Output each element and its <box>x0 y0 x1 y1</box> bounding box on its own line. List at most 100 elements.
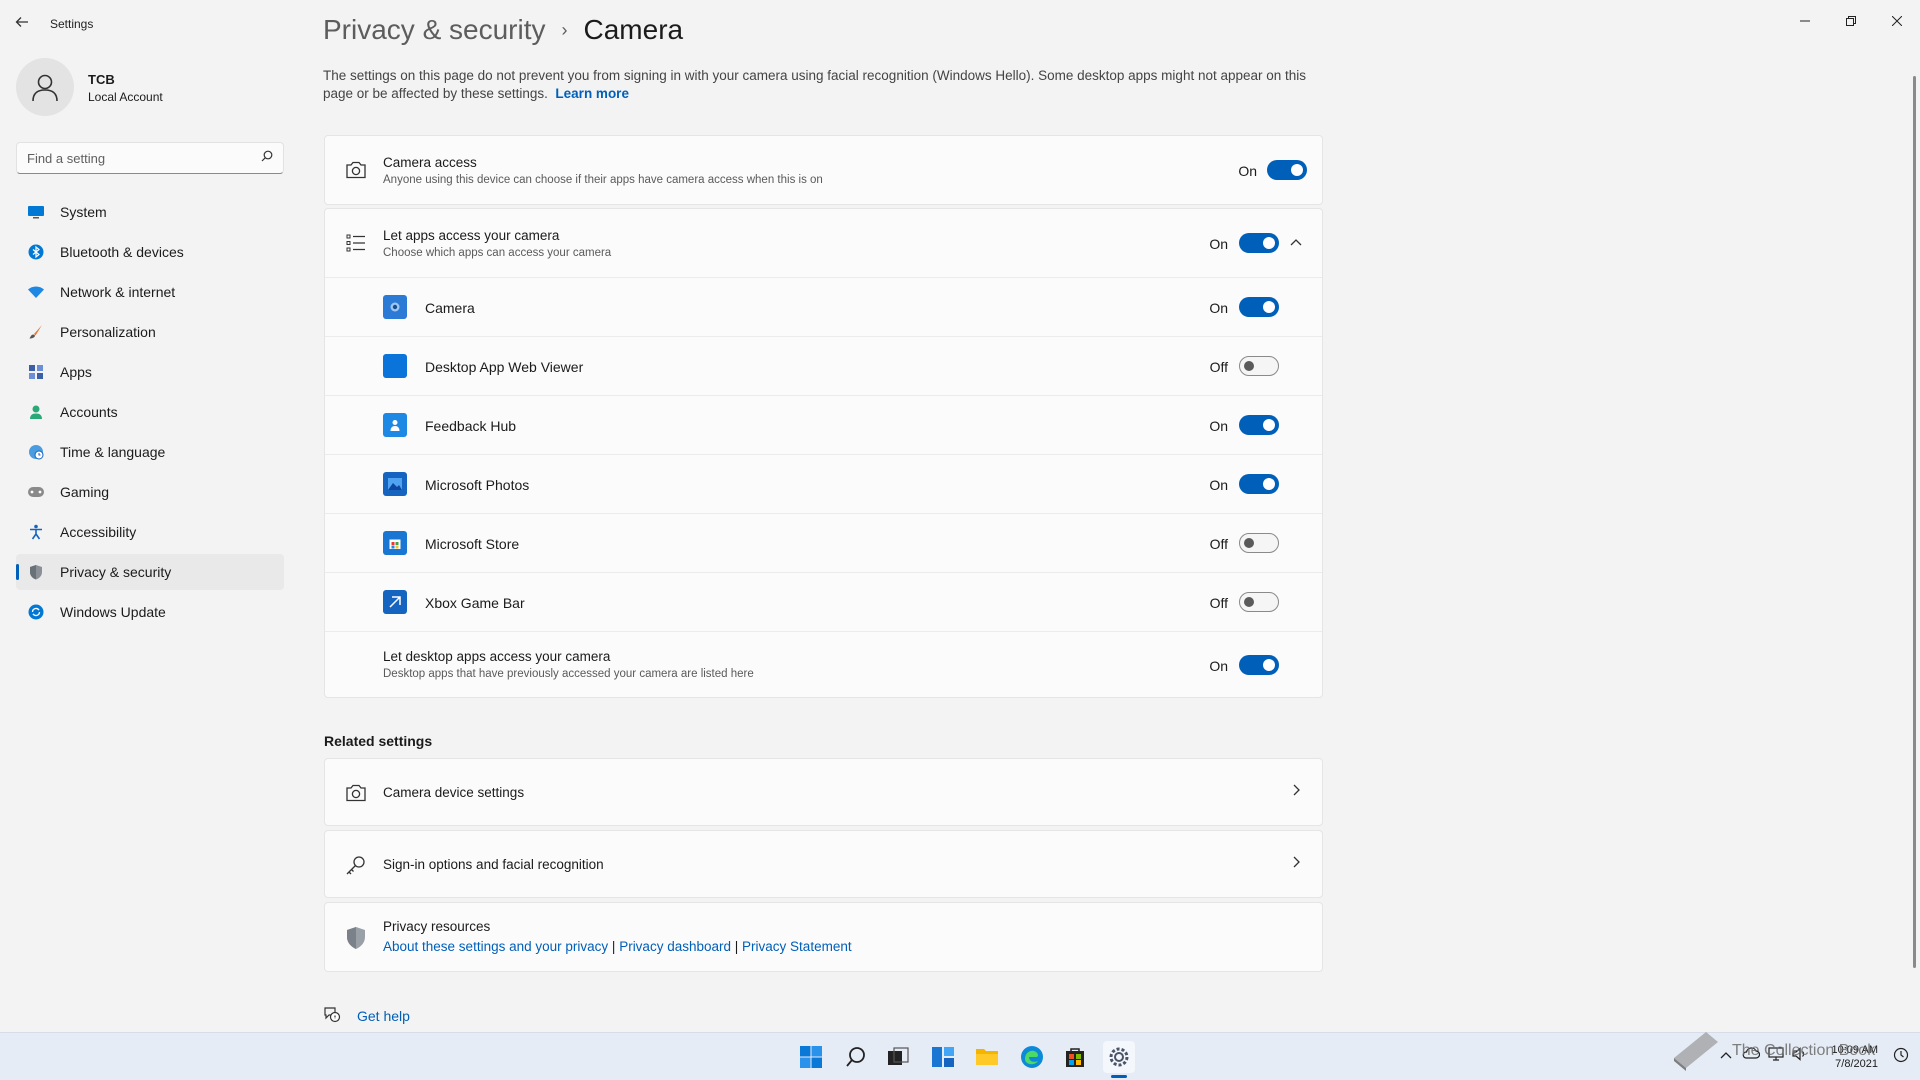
app-name: Microsoft Store <box>425 536 520 552</box>
key-icon <box>343 852 369 878</box>
app-toggle-microsoft-photos[interactable] <box>1239 474 1279 494</box>
sidebar-item-gaming[interactable]: Gaming <box>16 474 284 510</box>
get-help[interactable]: Get help <box>323 1005 410 1026</box>
sidebar-item-label: Network & internet <box>60 284 176 300</box>
app-toggle-camera[interactable] <box>1239 297 1279 317</box>
restore-button[interactable] <box>1828 6 1874 36</box>
list-icon <box>343 230 369 256</box>
search-icon[interactable] <box>840 1041 872 1073</box>
app-state: Off <box>1209 536 1228 552</box>
close-button[interactable] <box>1874 6 1920 36</box>
about-privacy-link[interactable]: About these settings and your privacy <box>383 939 608 954</box>
book-logo-icon <box>1670 1032 1722 1076</box>
app-toggle-desktop-web-viewer[interactable] <box>1239 356 1279 376</box>
bluetooth-icon <box>26 242 46 262</box>
search-input[interactable]: Find a setting <box>16 142 284 174</box>
user-profile[interactable]: TCB Local Account <box>16 58 276 118</box>
search-placeholder: Find a setting <box>27 151 106 166</box>
breadcrumb-parent[interactable]: Privacy & security <box>323 14 546 46</box>
sidebar-item-network[interactable]: Network & internet <box>16 274 284 310</box>
apps-access-row[interactable]: Let apps access your camera Choose which… <box>325 209 1322 277</box>
search-icon <box>261 150 273 165</box>
camera-device-settings-card[interactable]: Camera device settings <box>324 758 1323 826</box>
shield-icon <box>26 562 46 582</box>
link-separator: | <box>611 939 616 954</box>
notification-icon[interactable] <box>1893 1047 1909 1066</box>
watermark: The Collection Book <box>1670 1028 1875 1077</box>
sidebar-item-label: System <box>60 204 107 220</box>
chevron-right-icon <box>1286 783 1306 799</box>
brush-icon <box>26 322 46 342</box>
settings-icon[interactable] <box>1103 1041 1135 1073</box>
chevron-up-icon[interactable] <box>1286 233 1306 249</box>
sidebar-item-label: Windows Update <box>60 604 166 620</box>
sidebar-item-accounts[interactable]: Accounts <box>16 394 284 430</box>
app-toggle-microsoft-store[interactable] <box>1239 533 1279 553</box>
app-row-microsoft-photos: Microsoft Photos On <box>325 454 1322 513</box>
xbox-game-bar-app-icon <box>383 590 407 614</box>
apps-access-title: Let apps access your camera <box>383 228 560 243</box>
camera-icon <box>343 780 369 806</box>
feedback-hub-app-icon <box>383 413 407 437</box>
app-name: Desktop App Web Viewer <box>425 359 584 375</box>
sidebar-item-label: Personalization <box>60 324 156 340</box>
back-arrow-icon[interactable] <box>14 14 36 34</box>
sidebar-item-bluetooth[interactable]: Bluetooth & devices <box>16 234 284 270</box>
related-item-label: Camera device settings <box>383 785 525 800</box>
link-separator: | <box>734 939 739 954</box>
camera-access-toggle[interactable] <box>1267 160 1307 180</box>
app-row-feedback-hub: Feedback Hub On <box>325 395 1322 454</box>
task-view-icon[interactable] <box>882 1041 914 1073</box>
app-row-xbox-game-bar: Xbox Game Bar Off <box>325 572 1322 631</box>
apps-access-toggle[interactable] <box>1239 233 1279 253</box>
scrollbar[interactable] <box>1913 76 1916 968</box>
shield-icon <box>343 925 369 951</box>
sidebar-item-time-language[interactable]: Time & language <box>16 434 284 470</box>
profile-account-type: Local Account <box>88 90 163 104</box>
wifi-icon <box>26 282 46 302</box>
privacy-resources-card: Privacy resources About these settings a… <box>324 902 1323 972</box>
sidebar-item-apps[interactable]: Apps <box>16 354 284 390</box>
active-app-indicator <box>1111 1075 1127 1078</box>
privacy-links: About these settings and your privacy | … <box>383 939 852 954</box>
desktop-apps-toggle[interactable] <box>1239 655 1279 675</box>
widgets-icon[interactable] <box>927 1041 959 1073</box>
app-state: Off <box>1209 595 1228 611</box>
file-explorer-icon[interactable] <box>971 1041 1003 1073</box>
privacy-statement-link[interactable]: Privacy Statement <box>742 939 852 954</box>
minimize-button[interactable] <box>1782 6 1828 36</box>
accessibility-icon <box>26 522 46 542</box>
globe-clock-icon <box>26 442 46 462</box>
sidebar-item-label: Gaming <box>60 484 110 500</box>
breadcrumb-separator: › <box>561 19 568 40</box>
privacy-dashboard-link[interactable]: Privacy dashboard <box>619 939 731 954</box>
intro-text: The settings on this page do not prevent… <box>323 68 1307 101</box>
apps-access-card: Let apps access your camera Choose which… <box>324 208 1323 698</box>
store-app-icon <box>383 531 407 555</box>
windows-start-icon[interactable] <box>795 1041 827 1073</box>
sign-in-options-card[interactable]: Sign-in options and facial recognition <box>324 830 1323 898</box>
help-icon <box>323 1005 343 1026</box>
sidebar-item-personalization[interactable]: Personalization <box>16 314 284 350</box>
sidebar-item-label: Accessibility <box>60 524 137 540</box>
app-toggle-feedback-hub[interactable] <box>1239 415 1279 435</box>
sidebar-item-accessibility[interactable]: Accessibility <box>16 514 284 550</box>
get-help-link[interactable]: Get help <box>357 1008 410 1024</box>
person-icon <box>26 402 46 422</box>
monitor-icon <box>26 202 46 222</box>
edge-icon[interactable] <box>1016 1041 1048 1073</box>
app-state: On <box>1209 418 1228 434</box>
apps-access-subtitle: Choose which apps can access your camera <box>383 247 612 259</box>
sidebar-item-system[interactable]: System <box>16 194 284 230</box>
sidebar-item-label: Apps <box>60 364 92 380</box>
sidebar-item-privacy-security[interactable]: Privacy & security <box>16 554 284 590</box>
learn-more-link[interactable]: Learn more <box>555 86 629 101</box>
app-row-camera: Camera On <box>325 277 1322 336</box>
profile-name: TCB <box>88 72 115 87</box>
chevron-right-icon <box>1286 855 1306 871</box>
store-icon[interactable] <box>1059 1041 1091 1073</box>
camera-access-row: Camera access Anyone using this device c… <box>325 136 1322 204</box>
sidebar-item-windows-update[interactable]: Windows Update <box>16 594 284 630</box>
app-name: Xbox Game Bar <box>425 595 525 611</box>
app-toggle-xbox-game-bar[interactable] <box>1239 592 1279 612</box>
